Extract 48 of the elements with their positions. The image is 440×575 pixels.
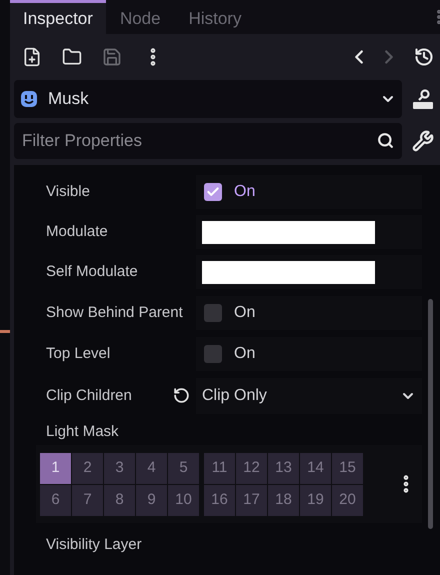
- color-swatch[interactable]: [202, 220, 375, 244]
- new-file-icon[interactable]: [22, 47, 42, 67]
- layer-cell[interactable]: 15: [332, 452, 363, 484]
- layer-cell[interactable]: 13: [268, 452, 299, 484]
- layer-cell[interactable]: 3: [104, 452, 135, 484]
- checkbox[interactable]: On: [204, 180, 256, 204]
- search-icon: [377, 132, 394, 149]
- property-label: Visible: [46, 182, 90, 200]
- checkbox[interactable]: On: [204, 300, 256, 324]
- property-label: Modulate: [46, 223, 108, 240]
- folder-icon[interactable]: [62, 47, 82, 67]
- color-swatch[interactable]: [202, 260, 375, 284]
- layer-cell[interactable]: 12: [236, 452, 267, 484]
- check-icon: [206, 184, 220, 198]
- layer-cell[interactable]: 8: [104, 484, 135, 516]
- property-label: Self Modulate: [46, 263, 138, 280]
- layer-cell[interactable]: 14: [300, 452, 331, 484]
- layer-cell[interactable]: 17: [236, 484, 267, 516]
- property-label: Top Level: [46, 344, 110, 362]
- revert-icon[interactable]: [173, 387, 190, 404]
- layer-cell[interactable]: 19: [300, 484, 331, 516]
- property-label: Visibility Layer: [46, 536, 142, 552]
- layer-cell[interactable]: 4: [136, 452, 167, 484]
- tab[interactable]: History: [174, 0, 256, 34]
- layer-cell[interactable]: 9: [136, 484, 167, 516]
- object-selector[interactable]: Musk: [14, 80, 402, 118]
- checkbox[interactable]: On: [204, 342, 256, 366]
- layer-cell[interactable]: 1: [40, 452, 71, 484]
- property-label: Light Mask: [46, 424, 119, 438]
- dropdown[interactable]: Clip Only: [196, 378, 422, 414]
- tab[interactable]: Node: [106, 0, 175, 34]
- layer-cell[interactable]: 2: [72, 452, 103, 484]
- layer-cell[interactable]: 18: [268, 484, 299, 516]
- layer-cell[interactable]: 10: [168, 484, 199, 516]
- layer-cell[interactable]: 5: [168, 452, 199, 484]
- layer-cell[interactable]: 11: [204, 452, 235, 484]
- wrench-icon[interactable]: [412, 130, 434, 152]
- property-label: Show Behind Parent: [46, 304, 183, 320]
- filter-field[interactable]: Filter Properties: [14, 123, 402, 159]
- doc-search-icon[interactable]: [412, 88, 434, 110]
- layer-cell[interactable]: 7: [72, 484, 103, 516]
- layer-cell[interactable]: 20: [332, 484, 363, 516]
- history-icon[interactable]: [414, 47, 434, 67]
- layer-cell[interactable]: 16: [204, 484, 235, 516]
- layer-cell[interactable]: 6: [40, 484, 71, 516]
- tab[interactable]: Inspector: [10, 0, 106, 34]
- property-label: Clip Children: [46, 388, 132, 403]
- robot-face-icon: [20, 90, 38, 108]
